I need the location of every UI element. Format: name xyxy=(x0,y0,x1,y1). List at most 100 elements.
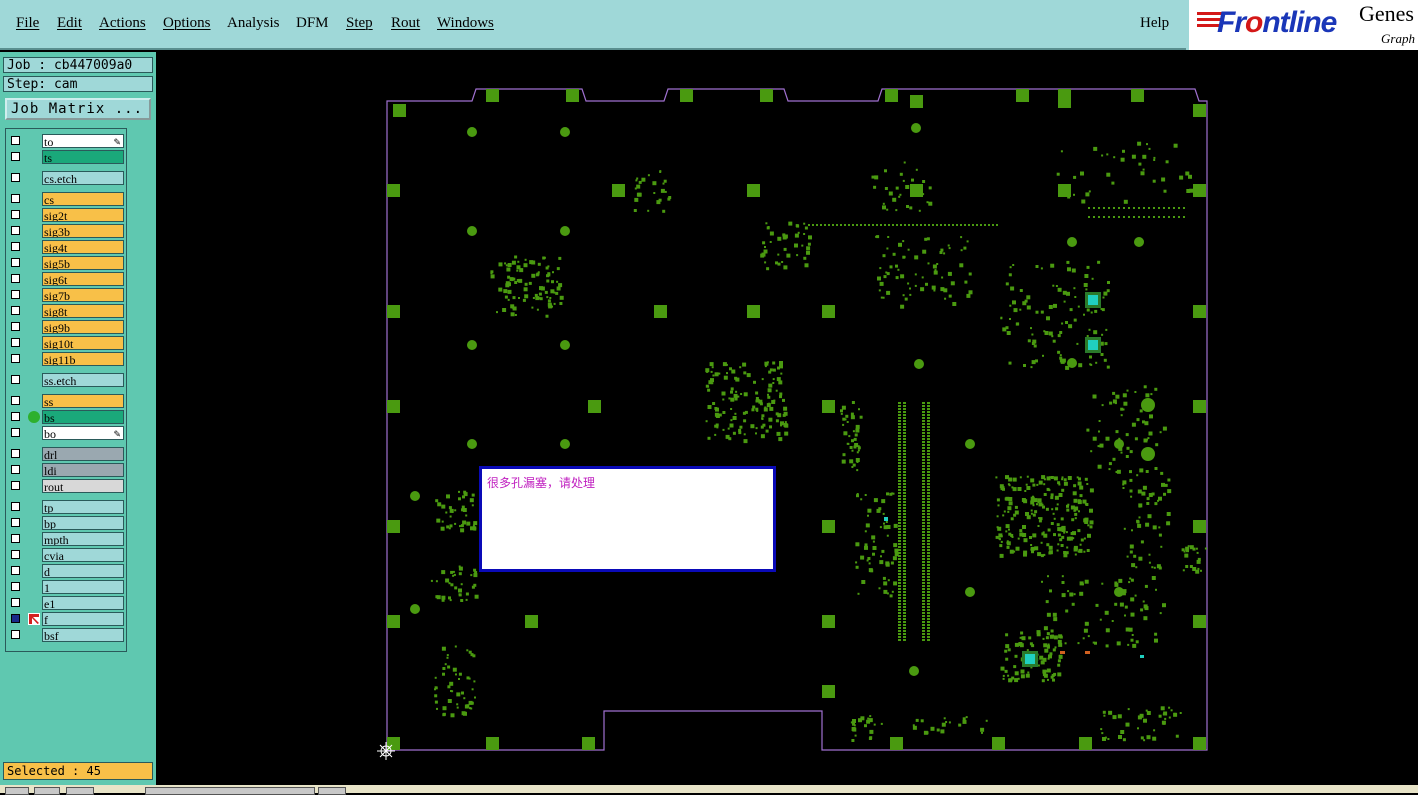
layer-name[interactable]: sig11b xyxy=(42,352,124,366)
layer-name[interactable]: bp xyxy=(42,516,124,530)
layer-checkbox[interactable] xyxy=(11,226,20,235)
layer-name[interactable]: cs.etch xyxy=(42,171,124,185)
layer-checkbox[interactable] xyxy=(11,518,20,527)
menu-actions[interactable]: Actions xyxy=(99,15,146,32)
menu-file[interactable]: File xyxy=(16,15,39,32)
layer-checkbox[interactable] xyxy=(11,210,20,219)
layer-name[interactable]: d xyxy=(42,564,124,578)
layer-name[interactable]: bs xyxy=(42,410,124,424)
layer-row-drl[interactable]: drl xyxy=(6,447,126,461)
layer-row-mpth[interactable]: mpth xyxy=(6,532,126,546)
layer-name[interactable]: cs xyxy=(42,192,124,206)
layer-name[interactable]: sig2t xyxy=(42,208,124,222)
layer-row-e1[interactable]: e1 xyxy=(6,596,126,610)
layer-checkbox[interactable] xyxy=(11,274,20,283)
layer-checkbox[interactable] xyxy=(11,465,20,474)
layer-row-f[interactable]: f xyxy=(6,612,126,626)
menu-options[interactable]: Options xyxy=(163,15,211,32)
toolbar-button[interactable] xyxy=(66,787,94,795)
toolbar-button[interactable] xyxy=(318,787,346,795)
layer-row-ldi[interactable]: ldi xyxy=(6,463,126,477)
layer-row-bo[interactable]: bo ✎ xyxy=(6,426,126,440)
layer-row-tp[interactable]: tp xyxy=(6,500,126,514)
layer-row-sig3b[interactable]: sig3b xyxy=(6,224,126,238)
layer-name[interactable]: sig8t xyxy=(42,304,124,318)
layer-checkbox[interactable] xyxy=(11,290,20,299)
layer-name[interactable]: sig4t xyxy=(42,240,124,254)
layer-row-d[interactable]: d xyxy=(6,564,126,578)
layer-row-bs[interactable]: bs xyxy=(6,410,126,424)
layer-row-sig10t[interactable]: sig10t xyxy=(6,336,126,350)
layer-checkbox[interactable] xyxy=(11,566,20,575)
layer-checkbox[interactable] xyxy=(11,242,20,251)
layer-checkbox[interactable] xyxy=(11,481,20,490)
layer-name[interactable]: sig10t xyxy=(42,336,124,350)
menu-dfm[interactable]: DFM xyxy=(296,15,329,32)
layer-checkbox[interactable] xyxy=(11,173,20,182)
layer-checkbox[interactable] xyxy=(11,582,20,591)
layer-checkbox[interactable] xyxy=(11,598,20,607)
layer-name[interactable]: drl xyxy=(42,447,124,461)
layer-row-sig4t[interactable]: sig4t xyxy=(6,240,126,254)
menu-rout[interactable]: Rout xyxy=(391,15,420,32)
layer-checkbox[interactable] xyxy=(11,396,20,405)
layer-row-cvia[interactable]: cvia xyxy=(6,548,126,562)
layer-name[interactable]: e1 xyxy=(42,596,124,610)
layer-checkbox[interactable] xyxy=(11,614,20,623)
layer-checkbox[interactable] xyxy=(11,375,20,384)
layer-name[interactable]: sig9b xyxy=(42,320,124,334)
layer-row-rout[interactable]: rout xyxy=(6,479,126,493)
layer-checkbox[interactable] xyxy=(11,306,20,315)
layer-row-sig8t[interactable]: sig8t xyxy=(6,304,126,318)
layer-checkbox[interactable] xyxy=(11,550,20,559)
menu-edit[interactable]: Edit xyxy=(57,15,82,32)
menu-step[interactable]: Step xyxy=(346,15,373,32)
layer-row-cs.etch[interactable]: cs.etch xyxy=(6,171,126,185)
layer-name[interactable]: ss xyxy=(42,394,124,408)
layer-name[interactable]: sig6t xyxy=(42,272,124,286)
menu-windows[interactable]: Windows xyxy=(437,15,494,32)
layer-name[interactable]: rout xyxy=(42,479,124,493)
menu-analysis[interactable]: Analysis xyxy=(227,15,280,32)
layer-row-sig9b[interactable]: sig9b xyxy=(6,320,126,334)
pcb-graphic-canvas[interactable] xyxy=(156,52,1418,785)
toolbar-button[interactable] xyxy=(5,787,29,795)
layer-checkbox[interactable] xyxy=(11,412,20,421)
layer-name[interactable]: sig5b xyxy=(42,256,124,270)
layer-name[interactable]: bo ✎ xyxy=(42,426,124,440)
toolbar-button[interactable] xyxy=(34,787,60,795)
layer-row-bsf[interactable]: bsf xyxy=(6,628,126,642)
message-dialog[interactable]: 很多孔漏塞，请处理 xyxy=(479,466,776,572)
layer-name[interactable]: to ✎ xyxy=(42,134,124,148)
layer-name[interactable]: ts xyxy=(42,150,124,164)
layer-name[interactable]: ss.etch xyxy=(42,373,124,387)
layer-row-sig2t[interactable]: sig2t xyxy=(6,208,126,222)
menu-help[interactable]: Help xyxy=(1140,15,1169,32)
layer-checkbox[interactable] xyxy=(11,152,20,161)
layer-name[interactable]: ldi xyxy=(42,463,124,477)
layer-checkbox[interactable] xyxy=(11,630,20,639)
layer-checkbox[interactable] xyxy=(11,534,20,543)
layer-name[interactable]: tp xyxy=(42,500,124,514)
layer-name[interactable]: 1 xyxy=(42,580,124,594)
layer-name[interactable]: f xyxy=(42,612,124,626)
layer-checkbox[interactable] xyxy=(11,502,20,511)
layer-name[interactable]: mpth xyxy=(42,532,124,546)
layer-name[interactable]: sig7b xyxy=(42,288,124,302)
layer-checkbox[interactable] xyxy=(11,322,20,331)
layer-name[interactable]: cvia xyxy=(42,548,124,562)
layer-name[interactable]: bsf xyxy=(42,628,124,642)
layer-checkbox[interactable] xyxy=(11,428,20,437)
layer-row-ss.etch[interactable]: ss.etch xyxy=(6,373,126,387)
layer-row-cs[interactable]: cs xyxy=(6,192,126,206)
layer-checkbox[interactable] xyxy=(11,338,20,347)
layer-row-ts[interactable]: ts xyxy=(6,150,126,164)
layer-row-sig7b[interactable]: sig7b xyxy=(6,288,126,302)
layer-row-1[interactable]: 1 xyxy=(6,580,126,594)
layer-row-bp[interactable]: bp xyxy=(6,516,126,530)
layer-row-sig11b[interactable]: sig11b xyxy=(6,352,126,366)
layer-row-ss[interactable]: ss xyxy=(6,394,126,408)
layer-checkbox[interactable] xyxy=(11,136,20,145)
job-matrix-button[interactable]: Job Matrix ... xyxy=(5,98,151,120)
layer-name[interactable]: sig3b xyxy=(42,224,124,238)
